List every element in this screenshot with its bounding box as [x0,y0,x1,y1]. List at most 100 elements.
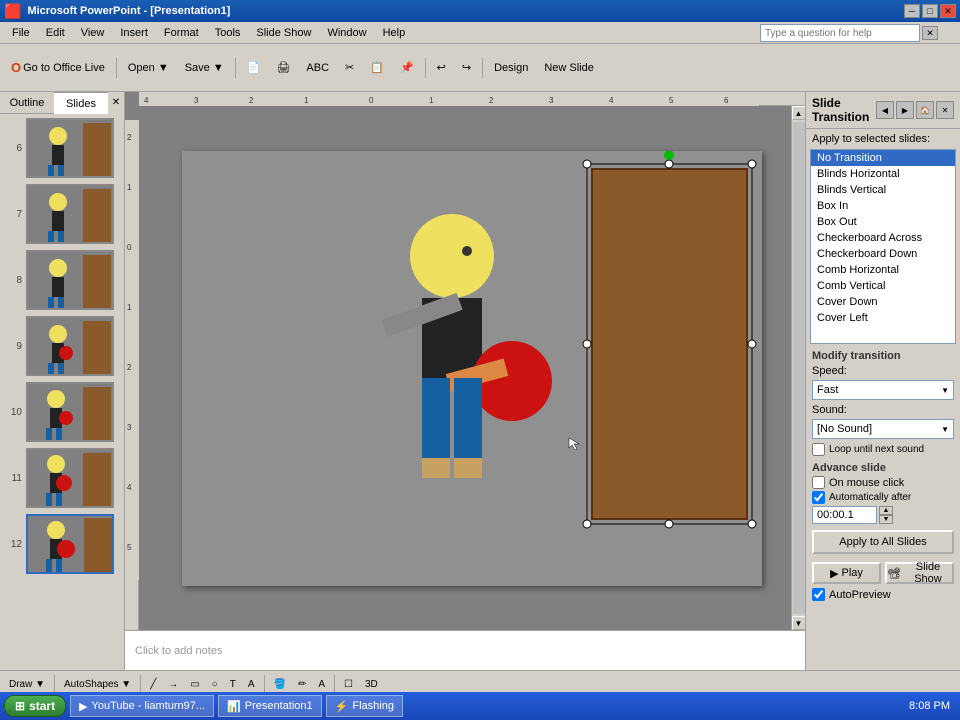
slide-thumb-6[interactable]: 6 [4,116,120,180]
svg-text:0: 0 [127,243,132,252]
panel-close-button[interactable]: ✕ [108,92,124,114]
transition-cover-left[interactable]: Cover Left [811,310,955,326]
auto-after-label: Automatically after [829,492,911,503]
panel-home-button[interactable]: 🏠 [916,101,934,119]
print-button[interactable]: 🖨 [269,57,297,79]
modify-transition-label: Modify transition [812,350,954,362]
save-button[interactable]: Save ▼ [178,57,231,79]
slide-thumb-11[interactable]: 11 [4,446,120,510]
menu-insert[interactable]: Insert [112,25,156,41]
menu-edit[interactable]: Edit [38,25,73,41]
open-button[interactable]: Open ▼ [121,57,176,79]
menu-tools[interactable]: Tools [207,25,249,41]
main-toolbar: O Go to Office Live Open ▼ Save ▼ 📄 🖨 AB… [0,44,960,92]
slide-thumbnail-12[interactable] [26,514,114,574]
slide-thumb-10[interactable]: 10 [4,380,120,444]
slide-thumb-9[interactable]: 9 [4,314,120,378]
scroll-up-button[interactable]: ▲ [792,106,806,120]
apply-all-button[interactable]: Apply to All Slides [812,530,954,554]
menu-format[interactable]: Format [156,25,207,41]
svg-text:2: 2 [127,363,132,372]
slide-thumb-12[interactable]: 12 [4,512,120,576]
ruler-v-svg: 2 1 0 1 2 3 4 5 [125,120,139,580]
autopreview-checkbox[interactable] [812,588,825,601]
slide-thumbnail-8[interactable] [26,250,114,310]
minimize-button[interactable]: ─ [904,4,920,18]
loop-checkbox[interactable] [812,443,825,456]
windows-icon: ⊞ [15,699,25,713]
search-close-button[interactable]: ✕ [922,26,938,40]
scroll-down-button[interactable]: ▼ [792,616,806,630]
maximize-button[interactable]: □ [922,4,938,18]
new-button[interactable]: 📄 [240,57,268,79]
auto-after-checkbox[interactable] [812,491,825,504]
main-slide[interactable] [182,151,762,586]
slide-thumbnail-10[interactable] [26,382,114,442]
menu-help[interactable]: Help [375,25,414,41]
svg-text:6: 6 [724,96,729,105]
scroll-thumb[interactable] [793,122,805,614]
thumb-svg-7 [28,186,114,244]
taskbar-presentation[interactable]: 📊 Presentation1 [218,695,322,717]
transition-box-in[interactable]: Box In [811,198,955,214]
taskbar-flashing[interactable]: ⚡ Flashing [326,695,403,717]
slide-thumb-7[interactable]: 7 [4,182,120,246]
panel-back-button[interactable]: ◀ [876,101,894,119]
transition-checker-across[interactable]: Checkerboard Across [811,230,955,246]
slide-container [153,106,791,630]
new-slide-button[interactable]: New Slide [537,57,601,79]
transition-list-box[interactable]: No Transition Blinds Horizontal Blinds V… [810,149,956,344]
speed-label: Speed: [812,365,847,377]
cut-button[interactable]: ✂ [338,57,361,79]
mouse-click-checkbox[interactable] [812,476,825,489]
redo-button[interactable]: ↪ [455,57,478,79]
transition-checker-down[interactable]: Checkerboard Down [811,246,955,262]
spell-button[interactable]: ABC [299,57,336,79]
time-input[interactable] [812,506,877,524]
svg-text:2: 2 [127,133,132,142]
sound-dropdown[interactable]: [No Sound] ▼ [812,419,954,439]
transition-comb-h[interactable]: Comb Horizontal [811,262,955,278]
time-up-button[interactable]: ▲ [879,506,893,515]
vertical-scrollbar[interactable]: ▲ ▼ [791,106,805,630]
slide-thumbnail-9[interactable] [26,316,114,376]
design-button[interactable]: Design [487,57,535,79]
play-button[interactable]: ▶ Play [812,562,881,584]
panel-close-x-button[interactable]: ✕ [936,101,954,119]
cursor-svg [567,436,581,450]
slide-thumbnail-7[interactable] [26,184,114,244]
speed-dropdown[interactable]: Fast ▼ [812,380,954,400]
tab-outline[interactable]: Outline [0,92,54,114]
menu-slideshow[interactable]: Slide Show [248,25,319,41]
transition-box-out[interactable]: Box Out [811,214,955,230]
transition-blinds-v[interactable]: Blinds Vertical [811,182,955,198]
notes-placeholder: Click to add notes [135,645,222,657]
start-button[interactable]: ⊞ start [4,695,66,717]
taskbar-youtube[interactable]: ▶ YouTube - liamturn97... [70,695,214,717]
time-input-row: ▲ ▼ [812,506,954,524]
menu-bar: File Edit View Insert Format Tools Slide… [0,22,960,44]
title-text: 🟥 Microsoft PowerPoint - [Presentation1] [4,3,230,20]
menu-view[interactable]: View [73,25,113,41]
go-to-office-live-button[interactable]: O Go to Office Live [4,57,112,79]
tab-slides[interactable]: Slides [54,92,108,114]
menu-file[interactable]: File [4,25,38,41]
slide-thumbnail-11[interactable] [26,448,114,508]
paste-button[interactable]: 📌 [393,57,421,79]
slide-thumbnail-6[interactable] [26,118,114,178]
close-button[interactable]: ✕ [940,4,956,18]
copy-button[interactable]: 📋 [363,57,391,79]
transition-comb-v[interactable]: Comb Vertical [811,278,955,294]
transition-cover-down[interactable]: Cover Down [811,294,955,310]
menu-window[interactable]: Window [319,25,374,41]
slideshow-button[interactable]: 📽 Slide Show [885,562,954,584]
notes-area[interactable]: Click to add notes [125,630,805,670]
slide-thumb-8[interactable]: 8 [4,248,120,312]
speed-dropdown-arrow: ▼ [941,386,949,395]
undo-button[interactable]: ↩ [430,57,453,79]
search-input[interactable] [760,24,920,42]
time-down-button[interactable]: ▼ [879,515,893,524]
transition-no-transition[interactable]: No Transition [811,150,955,166]
transition-blinds-h[interactable]: Blinds Horizontal [811,166,955,182]
panel-forward-button[interactable]: ▶ [896,101,914,119]
